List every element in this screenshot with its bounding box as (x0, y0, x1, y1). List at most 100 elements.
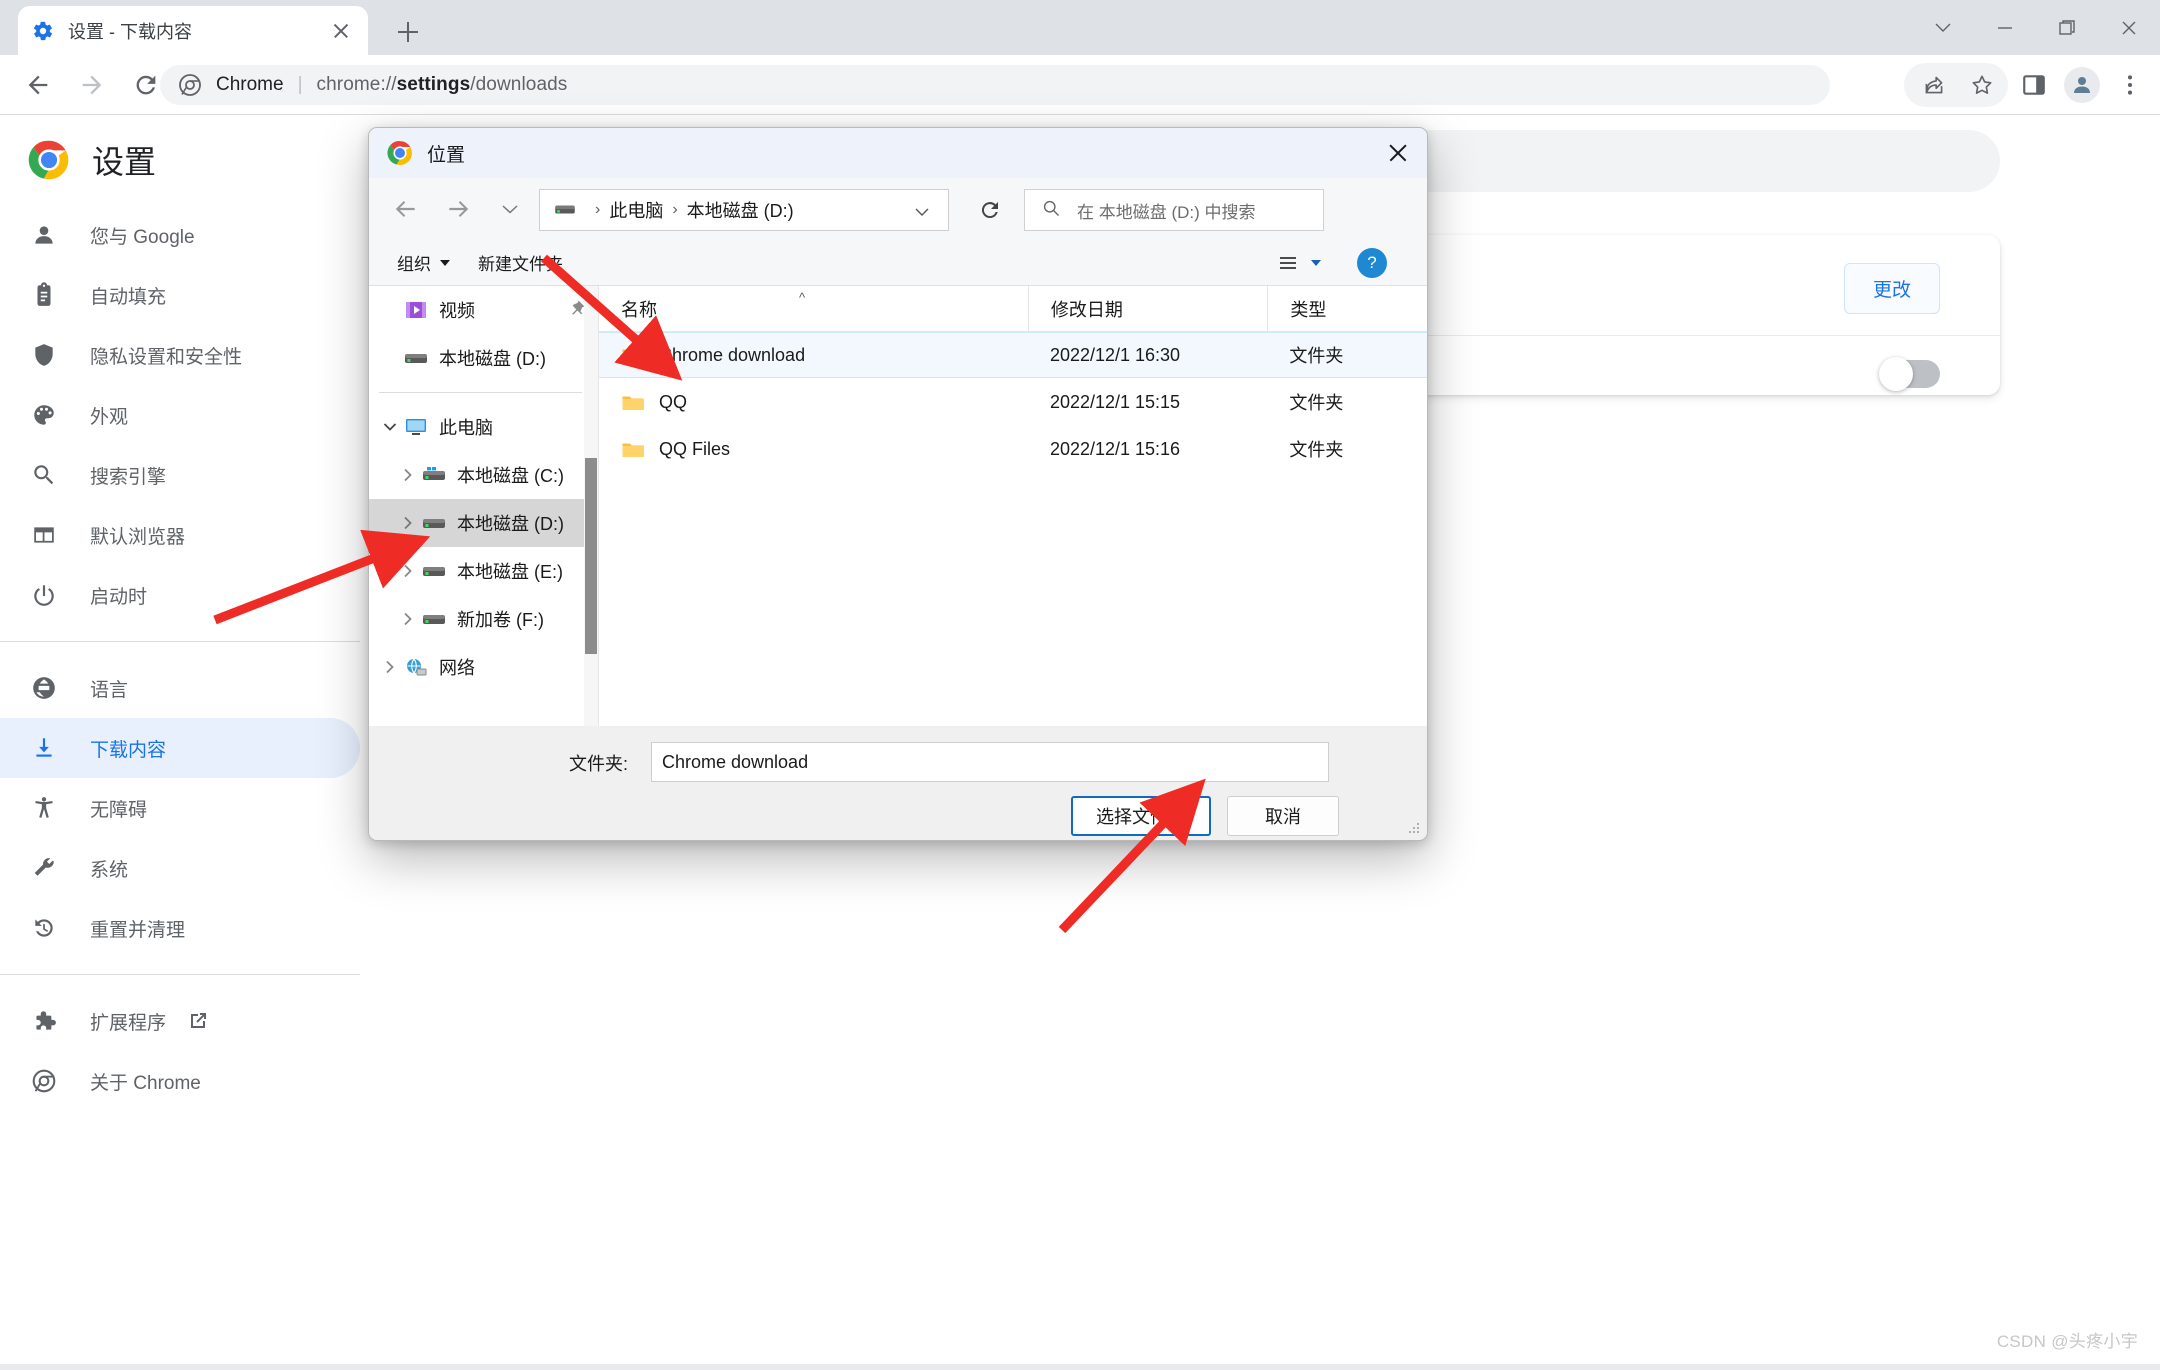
window-controls (1912, 0, 2160, 55)
address-bar[interactable]: Chrome | chrome://settings/downloads (160, 65, 1830, 105)
download-icon (30, 734, 58, 762)
browser-tab[interactable]: 设置 - 下载内容 (18, 6, 368, 55)
file-type-cell: 文件夹 (1289, 440, 1344, 460)
dialog-search-input[interactable]: 在 本地磁盘 (D:) 中搜索 (1024, 189, 1324, 231)
person-icon (30, 221, 58, 249)
tree-item-label: 本地磁盘 (D:) (457, 514, 564, 534)
column-header-name[interactable]: 名称 ^ (599, 286, 1028, 332)
sidebar-item-label: 隐私设置和安全性 (90, 346, 243, 368)
dialog-close-icon[interactable] (1369, 128, 1427, 178)
breadcrumb-local-disk-d[interactable]: 本地磁盘 (D:) (687, 197, 794, 223)
chevron-down-icon[interactable] (1912, 0, 1974, 55)
sidebar-item-downloads[interactable]: 下载内容 (0, 718, 360, 778)
shield-icon (30, 341, 58, 369)
table-row[interactable]: Chrome download 2022/12/1 16:30 文件夹 (599, 332, 1427, 378)
dialog-forward-icon[interactable] (435, 186, 481, 232)
tree-item-local-disk-e[interactable]: 本地磁盘 (E:) (369, 547, 598, 595)
sidebar-item-you-and-google[interactable]: 您与 Google (0, 205, 360, 265)
chevron-collapsed-icon[interactable] (395, 610, 421, 628)
change-button[interactable]: 更改 (1843, 263, 1940, 314)
puzzle-icon (30, 1007, 58, 1035)
column-header-date[interactable]: 修改日期 (1027, 285, 1267, 332)
sidebar-item-languages[interactable]: 语言 (0, 658, 360, 718)
url-bold: settings (396, 74, 471, 95)
drive-windows-icon (421, 464, 447, 486)
folder-name-input[interactable]: Chrome download (651, 742, 1329, 782)
chevron-collapsed-icon[interactable] (395, 562, 421, 580)
chevron-expanded-icon[interactable] (377, 418, 403, 436)
sidebar-item-autofill[interactable]: 自动填充 (0, 265, 360, 325)
resize-grip[interactable] (1407, 821, 1421, 835)
tree-scrollbar-thumb[interactable] (585, 458, 597, 654)
sidebar-item-on-startup[interactable]: 启动时 (0, 565, 360, 625)
sidebar-item-label: 系统 (90, 859, 129, 881)
ask-where-to-save-toggle[interactable] (1879, 357, 1940, 391)
forward-icon[interactable] (70, 63, 114, 107)
sidebar-item-label: 搜索引擎 (90, 466, 167, 488)
organize-menu[interactable]: 组织 (397, 250, 450, 275)
chrome-icon (30, 1067, 58, 1095)
view-options-button[interactable] (1275, 248, 1331, 278)
tree-item-this-pc[interactable]: 此电脑 (369, 403, 598, 451)
sidebar-item-default-browser[interactable]: 默认浏览器 (0, 505, 360, 565)
restore-icon[interactable] (2036, 0, 2098, 55)
dialog-address-bar[interactable]: › 此电脑 › 本地磁盘 (D:) (539, 189, 949, 231)
folder-picker-dialog: 位置 › 此电脑 › 本地磁盘 (D:) 在 本地磁盘 (D:) 中搜索 组织 … (368, 127, 1428, 841)
sidebar-divider-2 (0, 974, 360, 975)
dialog-footer: 文件夹: Chrome download 选择文件夹 取消 (369, 726, 1427, 840)
tree-item-local-disk-d-quick[interactable]: 本地磁盘 (D:) (369, 334, 598, 382)
breadcrumb-this-pc[interactable]: 此电脑 (609, 197, 663, 223)
tree-item-new-volume-f[interactable]: 新加卷 (F:) (369, 595, 598, 643)
sidebar-item-system[interactable]: 系统 (0, 838, 360, 898)
sidebar-item-label: 重置并清理 (90, 919, 186, 941)
back-icon[interactable] (16, 63, 60, 107)
sidebar-item-privacy-security[interactable]: 隐私设置和安全性 (0, 325, 360, 385)
breadcrumb-separator: › (595, 201, 601, 218)
sidebar-item-about-chrome[interactable]: 关于 Chrome (0, 1051, 360, 1111)
video-folder-icon (403, 299, 429, 321)
dialog-back-icon[interactable] (383, 186, 429, 232)
tree-divider (379, 392, 582, 393)
table-row[interactable]: QQ Files 2022/12/1 15:16 文件夹 (599, 426, 1427, 472)
chevron-collapsed-icon[interactable] (377, 658, 403, 676)
settings-header: 设置 (0, 115, 380, 205)
sidebar-item-extensions[interactable]: 扩展程序 (0, 991, 360, 1051)
tree-item-videos[interactable]: 视频 (369, 286, 598, 334)
watermark: CSDN @头疼小宇 (1996, 1332, 2138, 1351)
profile-avatar-icon[interactable] (2060, 63, 2104, 107)
more-vertical-icon[interactable] (2108, 63, 2152, 107)
tree-item-local-disk-c[interactable]: 本地磁盘 (C:) (369, 451, 598, 499)
tree-item-network[interactable]: 网络 (369, 643, 598, 691)
recent-locations-icon[interactable] (487, 186, 533, 232)
sidebar-item-accessibility[interactable]: 无障碍 (0, 778, 360, 838)
cancel-button[interactable]: 取消 (1227, 796, 1339, 836)
column-header-type[interactable]: 类型 (1267, 285, 1427, 332)
sidebar-item-appearance[interactable]: 外观 (0, 385, 360, 445)
new-tab-button[interactable] (390, 14, 426, 50)
side-panel-icon[interactable] (2012, 63, 2056, 107)
chevron-collapsed-icon[interactable] (395, 466, 421, 484)
new-folder-button[interactable]: 新建文件夹 (478, 250, 563, 275)
file-date-cell: 2022/12/1 16:30 (1049, 344, 1181, 365)
minimize-icon[interactable] (1974, 0, 2036, 55)
window-close-icon[interactable] (2098, 0, 2160, 55)
chrome-icon (387, 140, 413, 166)
select-folder-button[interactable]: 选择文件夹 (1071, 796, 1211, 836)
table-row[interactable]: QQ 2022/12/1 15:15 文件夹 (599, 379, 1427, 425)
sidebar-item-label: 下载内容 (90, 739, 167, 761)
chevron-down-icon[interactable] (912, 202, 932, 227)
help-icon[interactable]: ? (1357, 248, 1387, 278)
sidebar-item-search-engine[interactable]: 搜索引擎 (0, 445, 360, 505)
dialog-refresh-icon[interactable] (969, 189, 1011, 231)
star-icon[interactable] (1960, 63, 2004, 107)
omnibox-separator: | (297, 74, 303, 95)
settings-sidebar: 您与 Google 自动填充 隐私设置和安全性 外观 搜索引擎 默认浏览器 启动… (0, 205, 380, 1370)
sidebar-item-reset-cleanup[interactable]: 重置并清理 (0, 898, 360, 958)
file-name: QQ Files (659, 438, 731, 459)
share-icon[interactable] (1912, 63, 1956, 107)
tree-item-local-disk-d[interactable]: 本地磁盘 (D:) (369, 499, 598, 547)
file-list-header: 名称 ^ 修改日期 类型 (599, 285, 1427, 332)
sidebar-divider-1 (0, 641, 360, 642)
tab-close-icon[interactable] (328, 18, 354, 44)
chevron-collapsed-icon[interactable] (395, 514, 421, 532)
